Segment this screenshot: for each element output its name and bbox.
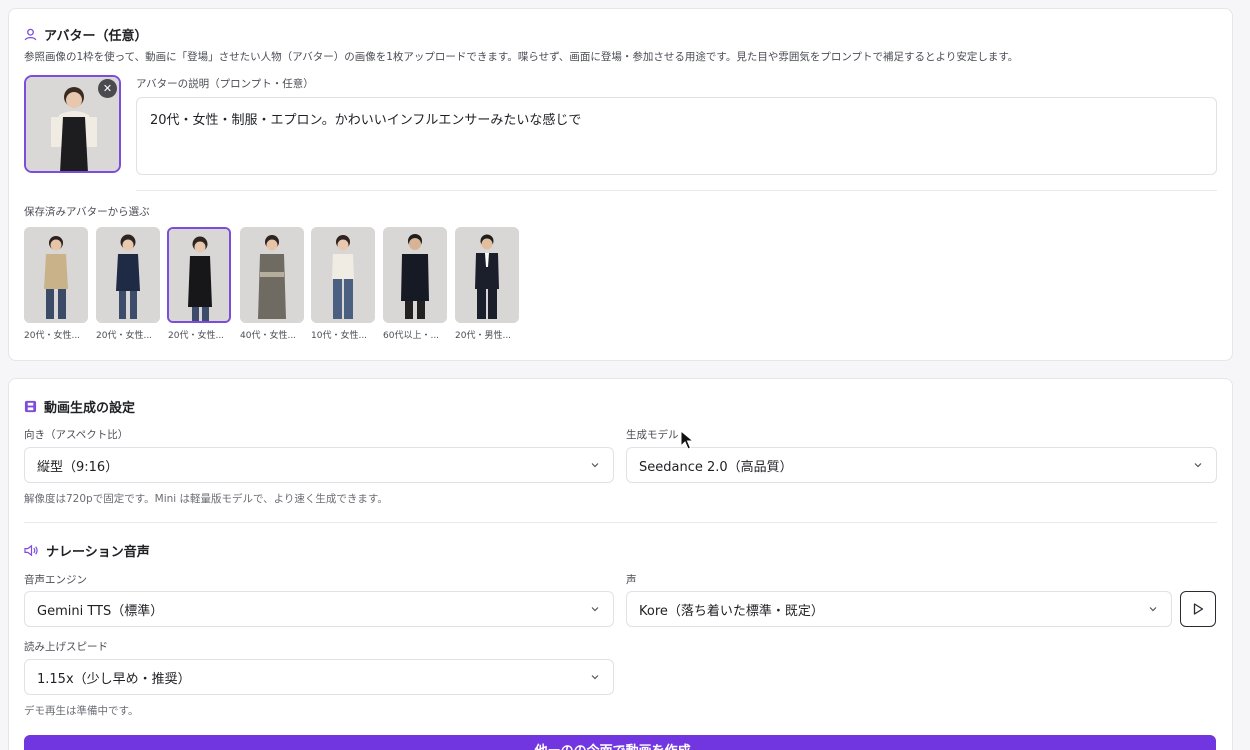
remove-avatar-button[interactable]: ✕: [98, 79, 117, 98]
orientation-value: 縦型（9:16）: [37, 459, 119, 475]
thumb-caption: 20代・男性...: [455, 331, 512, 341]
saved-avatar-thumb[interactable]: [240, 227, 304, 323]
saved-avatar-thumb[interactable]: [24, 227, 88, 323]
thumb-caption: 10代・女性...: [311, 331, 368, 341]
voice-select[interactable]: Kore（落ち着いた標準・既定）: [626, 591, 1172, 627]
saved-avatar-thumb[interactable]: [383, 227, 447, 323]
divider: [24, 522, 1217, 523]
mouse-cursor: [680, 429, 695, 453]
demo-hint: デモ再生は準備中です。: [24, 705, 139, 717]
resolution-hint: 解像度は720pで固定です。Mini は軽量版モデルで、より速く生成できます。: [24, 493, 388, 505]
chevron-down-icon: [591, 607, 599, 612]
avatar-section-header: アバター（任意）: [24, 25, 147, 44]
chevron-down-icon: [1194, 463, 1202, 468]
engine-label: 音声エンジン: [24, 574, 87, 586]
avatar-card: アバター（任意） 参照画像の1枠を使って、動画に「登場」させたい人物（アバター）…: [8, 8, 1233, 361]
thumb-caption: 60代以上・...: [383, 331, 440, 341]
chevron-down-icon: [591, 463, 599, 468]
thumb-caption: 20代・女性...: [168, 331, 225, 341]
avatar-thumbnail-image: [311, 227, 375, 323]
model-select[interactable]: Seedance 2.0（高品質）: [626, 447, 1217, 483]
chevron-down-icon: [1149, 607, 1157, 612]
avatar-description: 参照画像の1枠を使って、動画に「登場」させたい人物（アバター）の画像を1枚アップ…: [24, 51, 1019, 63]
voice-engine-select[interactable]: Gemini TTS（標準）: [24, 591, 614, 627]
saved-avatar-thumb[interactable]: [455, 227, 519, 323]
orientation-label: 向き（アスペクト比）: [24, 429, 129, 441]
chevron-down-icon: [591, 675, 599, 680]
thumb-caption: 20代・女性...: [24, 331, 81, 341]
saved-avatar-thumb[interactable]: [96, 227, 160, 323]
generate-video-button[interactable]: 他ーのの今面で動画を作成...: [24, 735, 1216, 750]
avatar-thumbnail-image: [96, 227, 160, 323]
thumb-caption: 20代・女性...: [96, 331, 153, 341]
speed-select[interactable]: 1.15x（少し早め・推奨）: [24, 659, 614, 695]
video-settings-card: 動画生成の設定 向き（アスペクト比） 縦型（9:16） 生成モデル Seedan…: [8, 378, 1233, 750]
saved-avatar-thumb[interactable]: [311, 227, 375, 323]
narration-section-title: ナレーション音声: [46, 545, 150, 560]
speaker-icon: [24, 544, 39, 557]
model-label: 生成モデル: [626, 429, 679, 441]
model-value: Seedance 2.0（高品質）: [639, 459, 793, 475]
voice-value: Kore（落ち着いた標準・既定）: [639, 603, 824, 619]
divider: [136, 190, 1217, 191]
speed-label: 読み上げスピード: [24, 641, 108, 653]
engine-value: Gemini TTS（標準）: [37, 603, 164, 619]
play-icon: [1193, 603, 1204, 615]
prompt-label: アバターの説明（プロンプト・任意）: [136, 78, 314, 90]
video-section-header: 動画生成の設定: [24, 397, 135, 416]
thumb-caption: 40代・女性...: [240, 331, 297, 341]
saved-avatar-thumb-selected[interactable]: [167, 227, 231, 323]
avatar-thumbnail-image: [169, 229, 229, 321]
video-section-title: 動画生成の設定: [44, 401, 136, 416]
avatar-section-title: アバター（任意）: [44, 29, 148, 44]
avatar-thumbnail-image: [24, 227, 88, 323]
avatar-thumbnail-image: [383, 227, 447, 323]
orientation-select[interactable]: 縦型（9:16）: [24, 447, 614, 483]
close-icon: ✕: [102, 82, 113, 95]
avatar-thumbnail-image: [455, 227, 519, 323]
speed-value: 1.15x（少し早め・推奨）: [37, 671, 191, 687]
user-icon: [24, 28, 37, 41]
narration-section-header: ナレーション音声: [24, 541, 150, 560]
film-icon: [24, 400, 37, 413]
play-voice-button[interactable]: [1180, 591, 1216, 627]
avatar-prompt-textarea[interactable]: 20代・女性・制服・エプロン。かわいいインフルエンサーみたいな感じで: [136, 97, 1217, 175]
voice-label: 声: [626, 574, 637, 586]
saved-avatars-label: 保存済みアバターから選ぶ: [24, 206, 150, 218]
avatar-thumbnail-image: [240, 227, 304, 323]
